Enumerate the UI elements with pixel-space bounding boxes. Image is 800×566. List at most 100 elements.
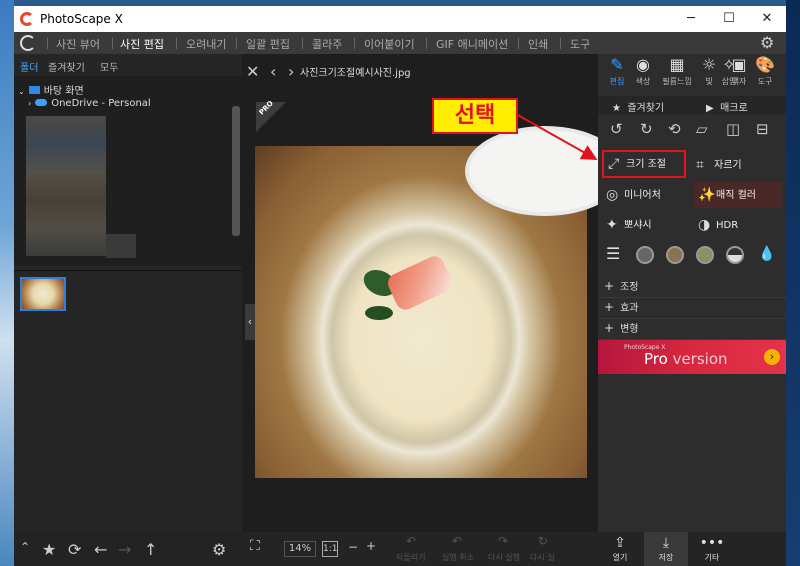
collapse-panel-button[interactable]: ‹	[245, 304, 255, 340]
tab-divider	[236, 38, 237, 49]
repeat-label: 다시 실	[530, 553, 555, 562]
redo-icon[interactable]: ↷	[498, 534, 508, 548]
tab-favorites[interactable]: 즐겨찾기	[48, 59, 85, 74]
home-icon[interactable]	[20, 35, 36, 51]
macro-button[interactable]: ▶ 매크로	[706, 99, 748, 114]
straighten-icon[interactable]: ▱	[696, 120, 708, 138]
flip-vertical-icon[interactable]: ⊟	[756, 120, 769, 138]
left-panel: 폴더 즐겨찾기 모두 ⌄ 바탕 화면 › OneDrive - Personal	[14, 54, 242, 532]
tab-collage[interactable]: 콜라주	[312, 36, 342, 52]
favorites-button[interactable]: ★ 즐겨찾기	[612, 99, 664, 114]
chevron-right-icon[interactable]: ›	[288, 62, 294, 81]
repeat-icon[interactable]: ↻	[538, 534, 548, 548]
chevron-up-icon[interactable]: ⌃	[20, 540, 30, 554]
arrow-left-icon[interactable]: ←	[94, 540, 107, 559]
tab-divider	[560, 38, 561, 49]
filter-preset-contrast[interactable]	[726, 246, 744, 264]
filter-preset-olive[interactable]	[696, 246, 714, 264]
chevron-right-icon[interactable]: ›	[764, 349, 780, 365]
close-button[interactable]: ✕	[748, 6, 786, 32]
accordion-transform[interactable]: + 변형	[598, 320, 786, 340]
accordion-label: 효과	[620, 303, 639, 314]
arrow-right-icon[interactable]: →	[118, 540, 131, 559]
chevron-left-icon[interactable]: ‹	[270, 62, 276, 81]
settings-gear-icon[interactable]: ⚙	[760, 33, 774, 52]
tab-all[interactable]: 모두	[100, 59, 118, 74]
right-bottom-bar: ⇪ 열기 ⤓ 저장 ••• 기타	[598, 532, 786, 566]
tree-item-onedrive[interactable]: › OneDrive - Personal	[28, 98, 151, 109]
rotate-free-icon[interactable]: ⟲	[668, 120, 681, 138]
tree-item-desktop[interactable]: ⌄ 바탕 화면	[18, 82, 84, 97]
zoom-in-button[interactable]: +	[366, 539, 376, 553]
more-button[interactable]: ••• 기타	[690, 532, 734, 566]
undo-all-label: 되돌리기	[396, 553, 426, 562]
miniature-label: 미니어처	[624, 190, 661, 201]
photo-thumbnail[interactable]	[20, 277, 66, 311]
magic-color-button[interactable]: ✨매직 컬러	[694, 182, 782, 208]
accordion-adjust[interactable]: + 조정	[598, 278, 786, 298]
tree-item-label: 바탕 화면	[43, 86, 84, 97]
plus-icon: +	[604, 321, 615, 335]
tab-folder[interactable]: 폴더	[20, 59, 38, 74]
maximize-button[interactable]: ☐	[710, 6, 748, 32]
miniature-icon: ◎	[606, 187, 619, 203]
refresh-icon[interactable]: ⟳	[68, 540, 81, 559]
droplet-icon[interactable]: 💧	[758, 246, 775, 262]
banner-title: Pro version	[644, 350, 728, 368]
folder-icon	[28, 86, 40, 94]
download-icon: ⤓	[662, 535, 670, 551]
filter-preset-sepia[interactable]	[666, 246, 684, 264]
minimize-button[interactable]: ─	[672, 6, 710, 32]
fit-screen-icon[interactable]: ⛶	[250, 538, 260, 554]
save-button[interactable]: ⤓ 저장	[644, 532, 688, 566]
right-toolbar-extra: ✧ 삽입 🎨 도구	[722, 54, 786, 94]
photo-canvas[interactable]	[255, 126, 625, 478]
photo-garnish	[365, 306, 393, 320]
open-button[interactable]: ⇪ 열기	[598, 532, 642, 566]
settings-gear-icon[interactable]: ⚙	[212, 540, 226, 559]
crop-label: 자르기	[714, 160, 742, 171]
tab-batch[interactable]: 일괄 편집	[246, 36, 290, 52]
undo-all-icon[interactable]: ↶	[406, 534, 416, 548]
bokeh-label: 뽀샤시	[624, 220, 652, 231]
miniature-button[interactable]: ◎ 미니어처	[606, 182, 690, 208]
tab-combine[interactable]: 이어붙이기	[364, 36, 415, 52]
tool-label: 도구	[757, 77, 773, 86]
redo-label: 다시 실행	[488, 553, 520, 562]
annotation-arrow	[515, 113, 598, 160]
tab-photo-viewer[interactable]: 사진 뷰어	[56, 36, 100, 52]
arrow-up-icon[interactable]: ↑	[144, 540, 157, 559]
tab-divider	[112, 38, 113, 49]
tab-cut-out[interactable]: 오려내기	[186, 36, 226, 52]
star-icon[interactable]: ★	[42, 540, 56, 559]
plus-icon: +	[604, 300, 615, 314]
list-icon[interactable]: ☰	[606, 244, 620, 263]
more-icon: •••	[699, 535, 725, 551]
tab-photo-editor[interactable]: 사진 편집	[120, 36, 164, 52]
rotate-left-icon[interactable]: ↺	[610, 120, 623, 138]
flip-horizontal-icon[interactable]: ◫	[726, 120, 740, 138]
bokeh-button[interactable]: ✦ 뽀샤시	[606, 212, 690, 238]
undo-icon[interactable]: ↶	[452, 534, 462, 548]
actual-size-button[interactable]: 1:1	[322, 541, 338, 557]
left-panel-tabs: 폴더 즐겨찾기 모두	[14, 54, 242, 74]
crop-button[interactable]: ⌗ 자르기	[696, 152, 782, 178]
tab-tools[interactable]: 도구	[570, 36, 590, 52]
accordion-effects[interactable]: + 효과	[598, 299, 786, 319]
tab-divider	[302, 38, 303, 49]
tool-tools[interactable]: 🎨 도구	[744, 54, 786, 94]
rotate-flip-row: ↺ ↻ ⟲ ▱ ◫ ⊟	[598, 116, 786, 142]
close-icon[interactable]: ✕	[246, 62, 259, 81]
pro-version-banner[interactable]: PhotoScape X Pro version ›	[598, 340, 786, 374]
hdr-button[interactable]: ◑ HDR	[698, 212, 782, 238]
filter-preset-gray[interactable]	[636, 246, 654, 264]
more-label: 기타	[704, 553, 720, 562]
tab-gif[interactable]: GIF 애니메이션	[436, 36, 508, 52]
tab-print[interactable]: 인쇄	[528, 36, 548, 52]
tree-scrollbar[interactable]	[232, 106, 240, 236]
macro-label: 매크로	[720, 103, 748, 114]
rotate-right-icon[interactable]: ↻	[640, 120, 653, 138]
zoom-out-button[interactable]: −	[348, 540, 358, 554]
resize-button[interactable]: ⤢ 크기 조절	[602, 150, 686, 178]
zoom-level[interactable]: 14%	[284, 541, 316, 557]
